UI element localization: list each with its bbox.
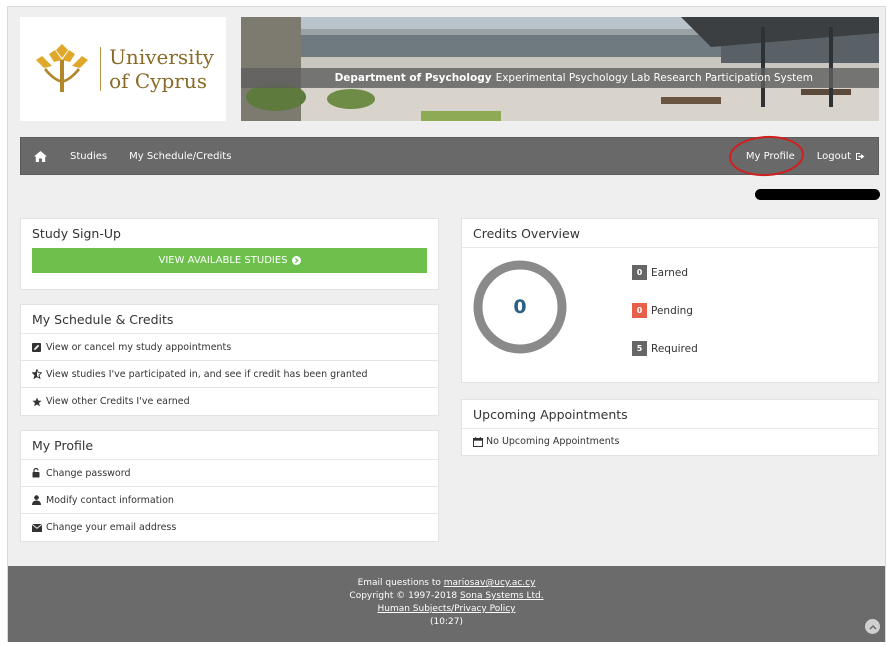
- calendar-icon: [473, 436, 486, 447]
- star-icon: [32, 397, 46, 407]
- nav-logout-label: Logout: [816, 150, 851, 162]
- banner-caption: Department of Psychology Experimental Ps…: [241, 68, 879, 88]
- earned-badge: 0: [632, 265, 647, 280]
- logo-line1: University: [109, 45, 214, 69]
- modify-contact-info-link[interactable]: Modify contact information: [21, 487, 438, 514]
- footer-company-link[interactable]: Sona Systems Ltd.: [460, 591, 544, 601]
- earned-label: Earned: [651, 266, 688, 279]
- logo-line2: of Cyprus: [109, 69, 207, 93]
- banner-department: Department of Psychology: [334, 72, 492, 84]
- sign-out-icon: [856, 152, 865, 160]
- change-password-link[interactable]: Change password: [21, 460, 438, 487]
- required-badge: 5: [632, 341, 647, 356]
- no-appointments-text: No Upcoming Appointments: [486, 436, 620, 447]
- footer-email-link[interactable]: mariosav@ucy.ac.cy: [444, 578, 536, 588]
- my-profile-panel: My Profile Change password Modify contac…: [20, 430, 439, 542]
- view-available-studies-button[interactable]: VIEW AVAILABLE STUDIES: [32, 248, 427, 273]
- my-profile-title: My Profile: [21, 431, 438, 460]
- user-icon: [32, 495, 46, 505]
- change-email-label: Change your email address: [46, 522, 177, 533]
- modify-contact-info-label: Modify contact information: [46, 494, 174, 506]
- study-signup-title: Study Sign-Up: [32, 226, 121, 241]
- chevron-up-icon: [868, 624, 877, 630]
- logo-divider: [100, 47, 102, 91]
- view-participated-studies-label: View studies I've participated in, and s…: [46, 368, 368, 380]
- pending-label: Pending: [651, 304, 693, 317]
- required-label: Required: [651, 342, 698, 355]
- page: University of Cyprus Department of Psych…: [7, 6, 886, 642]
- credits-overview-title: Credits Overview: [462, 219, 878, 248]
- footer-copyright-line: Copyright © 1997-2018 Sona Systems Ltd.: [8, 590, 885, 603]
- view-cancel-appointments-link[interactable]: View or cancel my study appointments: [21, 334, 438, 361]
- university-logo[interactable]: University of Cyprus: [20, 17, 226, 121]
- scroll-to-top-button[interactable]: [865, 619, 880, 634]
- credits-pending-row: 0 Pending: [632, 303, 693, 318]
- schedule-credits-panel: My Schedule & Credits View or cancel my …: [20, 304, 439, 416]
- footer-copyright-prefix: Copyright © 1997-2018: [349, 591, 458, 601]
- upcoming-appointments-panel: Upcoming Appointments No Upcoming Appoin…: [461, 399, 879, 456]
- study-signup-panel: Study Sign-Up VIEW AVAILABLE STUDIES: [20, 218, 439, 290]
- view-other-credits-label: View other Credits I've earned: [46, 396, 190, 407]
- banner-system-name: Experimental Psychology Lab Research Par…: [495, 72, 813, 84]
- arrow-circle-right-icon: [291, 256, 301, 265]
- change-email-link[interactable]: Change your email address: [21, 514, 438, 541]
- lock-icon: [32, 468, 46, 478]
- view-other-credits-link[interactable]: View other Credits I've earned: [21, 388, 438, 415]
- footer-policy-link[interactable]: Human Subjects/Privacy Policy: [377, 604, 515, 614]
- red-highlight-circle: [727, 134, 805, 178]
- upcoming-appointments-title: Upcoming Appointments: [462, 400, 878, 429]
- footer: Email questions to mariosav@ucy.ac.cy Co…: [8, 566, 885, 642]
- star-half-icon: [32, 369, 46, 379]
- redacted-user-name: [755, 189, 880, 200]
- credits-required-row: 5 Required: [632, 341, 698, 356]
- footer-policy-line: Human Subjects/Privacy Policy: [8, 603, 885, 616]
- nav-studies[interactable]: Studies: [70, 151, 107, 162]
- edit-icon: [32, 342, 46, 352]
- credits-total-value: 0: [513, 296, 527, 318]
- view-available-studies-label: VIEW AVAILABLE STUDIES: [158, 255, 288, 266]
- logo-text: University of Cyprus: [109, 45, 214, 93]
- credits-body: 0 0 Earned 0 Pending 5 Required: [462, 248, 878, 382]
- footer-time: (10:27): [430, 617, 463, 627]
- main-navbar: Studies My Schedule/Credits My Profile L…: [20, 134, 879, 178]
- home-icon: [33, 150, 47, 162]
- nav-right: My Profile Logout: [724, 134, 878, 178]
- schedule-credits-title: My Schedule & Credits: [21, 305, 438, 334]
- view-participated-studies-link[interactable]: View studies I've participated in, and s…: [21, 361, 438, 388]
- view-cancel-appointments-label: View or cancel my study appointments: [46, 341, 232, 353]
- nav-my-schedule-credits[interactable]: My Schedule/Credits: [129, 151, 231, 162]
- credits-earned-row: 0 Earned: [632, 265, 688, 280]
- envelope-icon: [32, 523, 46, 532]
- footer-email-prefix: Email questions to: [357, 578, 441, 588]
- pending-badge: 0: [632, 303, 647, 318]
- tree-logo-icon: [36, 44, 89, 92]
- nav-home[interactable]: [21, 150, 59, 162]
- change-password-label: Change password: [46, 467, 131, 479]
- no-appointments-row: No Upcoming Appointments: [462, 429, 878, 454]
- nav-logout[interactable]: Logout: [817, 151, 878, 162]
- nav-my-profile[interactable]: My Profile: [724, 134, 817, 178]
- footer-email-line: Email questions to mariosav@ucy.ac.cy: [8, 577, 885, 590]
- campus-banner: Department of Psychology Experimental Ps…: [241, 17, 879, 121]
- credits-overview-panel: Credits Overview 0 0 Earned 0 Pending 5 …: [461, 218, 879, 383]
